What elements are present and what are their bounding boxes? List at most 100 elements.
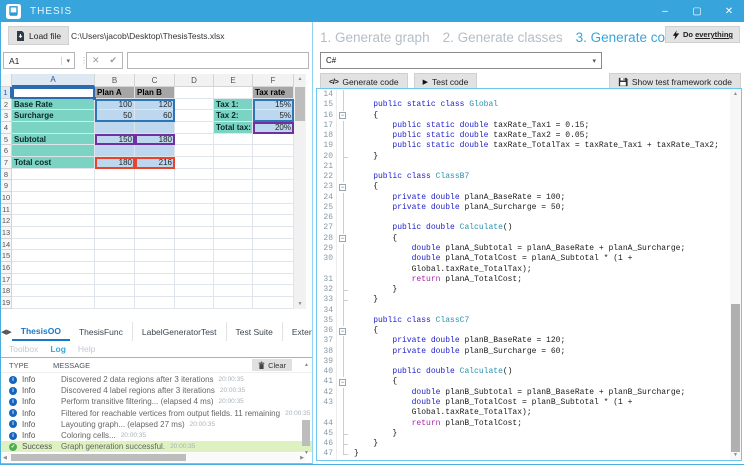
fold-collapse-icon[interactable]: − — [337, 182, 350, 192]
cell-F10[interactable] — [253, 192, 294, 204]
code-line-37[interactable]: 37 private double planB_BaseRate = 120; — [317, 336, 729, 346]
do-everything-button[interactable]: Do everything — [665, 26, 740, 43]
log-row[interactable]: ✓SuccessGraph generation successful.20:0… — [1, 441, 312, 452]
code-line-wrap[interactable]: Global.taxRate_TotalTax); — [317, 408, 729, 418]
column-header-D[interactable]: D — [175, 74, 214, 87]
column-header-A[interactable]: A — [12, 74, 95, 87]
cell-A6[interactable] — [12, 145, 95, 157]
cell-A12[interactable] — [12, 215, 95, 227]
fold-collapse-icon[interactable]: − — [337, 326, 350, 336]
cell-B19[interactable] — [95, 297, 135, 309]
editor-vscroll-thumb[interactable] — [731, 304, 740, 452]
code-line-36[interactable]: 36− { — [317, 326, 729, 336]
sheet-tab-Test Suite[interactable]: Test Suite — [227, 322, 283, 341]
cell-E6[interactable] — [214, 145, 253, 157]
cell-D8[interactable] — [175, 169, 214, 181]
row-header-9[interactable]: 9 — [1, 180, 12, 192]
cell-E15[interactable] — [214, 250, 253, 262]
code-line-18[interactable]: 18 public static double taxRate_Tax2 = 0… — [317, 131, 729, 141]
cell-A19[interactable] — [12, 297, 95, 309]
fold-collapse-icon[interactable]: − — [337, 377, 350, 387]
log-horizontal-scrollbar[interactable]: ◀ ▶ — [1, 453, 306, 462]
cell-D9[interactable] — [175, 180, 214, 192]
log-scroll-up-icon[interactable]: ▲ — [304, 362, 309, 368]
cell-D18[interactable] — [175, 285, 214, 297]
cell-B18[interactable] — [95, 285, 135, 297]
column-header-C[interactable]: C — [135, 74, 175, 87]
cell-E19[interactable] — [214, 297, 253, 309]
code-line-17[interactable]: 17 public static double taxRate_Tax1 = 0… — [317, 121, 729, 131]
cell-D4[interactable] — [175, 122, 214, 134]
cell-B9[interactable] — [95, 180, 135, 192]
code-line-30[interactable]: 30 double planA_TotalCost = planA_Subtot… — [317, 254, 729, 264]
cell-C12[interactable] — [135, 215, 175, 227]
cell-F14[interactable] — [253, 239, 294, 251]
code-line-34[interactable]: 34 — [317, 306, 729, 316]
code-line-21[interactable]: 21 — [317, 162, 729, 172]
cell-C18[interactable] — [135, 285, 175, 297]
cell-D2[interactable] — [175, 99, 214, 111]
cell-C3[interactable]: 60 — [135, 110, 175, 122]
sheet-tab-ThesisOO[interactable]: ThesisOO — [12, 322, 70, 341]
code-line-14[interactable]: 14 — [317, 90, 729, 100]
cell-D3[interactable] — [175, 110, 214, 122]
cell-B14[interactable] — [95, 239, 135, 251]
cell-D5[interactable] — [175, 134, 214, 146]
cell-C8[interactable] — [135, 169, 175, 181]
panel-tab-log[interactable]: Log — [50, 344, 66, 354]
cell-F17[interactable] — [253, 274, 294, 286]
cell-E8[interactable] — [214, 169, 253, 181]
log-row[interactable]: iInfoFiltered for reachable vertices fro… — [1, 408, 312, 419]
cell-B17[interactable] — [95, 274, 135, 286]
cell-D10[interactable] — [175, 192, 214, 204]
cell-F13[interactable] — [253, 227, 294, 239]
cell-F12[interactable] — [253, 215, 294, 227]
code-line-25[interactable]: 25 private double planA_Surcharge = 50; — [317, 203, 729, 213]
cell-B12[interactable] — [95, 215, 135, 227]
row-header-1[interactable]: 1 — [1, 87, 12, 99]
log-scroll-left-icon[interactable]: ◀ — [3, 455, 7, 461]
cell-A2[interactable]: Base Rate — [12, 99, 95, 111]
log-row[interactable]: iInfoPerform transitive filtering... (el… — [1, 396, 312, 407]
cell-A9[interactable] — [12, 180, 95, 192]
cell-C10[interactable] — [135, 192, 175, 204]
log-row[interactable]: iInfoLayouting graph... (elapsed 27 ms)2… — [1, 419, 312, 430]
cell-B11[interactable] — [95, 204, 135, 216]
row-header-5[interactable]: 5 — [1, 134, 12, 146]
cell-D13[interactable] — [175, 227, 214, 239]
cell-F11[interactable] — [253, 204, 294, 216]
code-line-47[interactable]: 47} — [317, 449, 729, 459]
cell-B15[interactable] — [95, 250, 135, 262]
log-row[interactable]: iInfoColoring cells...20:00:35 — [1, 430, 312, 441]
editor-scroll-down-icon[interactable]: ▼ — [730, 452, 741, 458]
log-vscroll-thumb[interactable] — [302, 420, 310, 446]
cell-B6[interactable] — [95, 145, 135, 157]
code-line-46[interactable]: 46 } — [317, 439, 729, 449]
row-header-14[interactable]: 14 — [1, 239, 12, 251]
cell-B10[interactable] — [95, 192, 135, 204]
cell-E18[interactable] — [214, 285, 253, 297]
step-generate-classes[interactable]: 2. Generate classes — [443, 30, 563, 45]
code-line-32[interactable]: 32 } — [317, 285, 729, 295]
sheet-tab-LabelGeneratorTest[interactable]: LabelGeneratorTest — [133, 322, 227, 341]
code-line-19[interactable]: 19 public static double taxRate_TotalTax… — [317, 141, 729, 151]
sheet-tab-ExternalI[interactable]: ExternalI — [283, 322, 312, 341]
cell-B5[interactable]: 150 — [95, 134, 135, 146]
cell-D19[interactable] — [175, 297, 214, 309]
cell-B16[interactable] — [95, 262, 135, 274]
code-line-16[interactable]: 16− { — [317, 111, 729, 121]
cell-C4[interactable] — [135, 122, 175, 134]
code-line-26[interactable]: 26 — [317, 213, 729, 223]
confirm-entry-icon[interactable]: ✔ — [109, 55, 117, 66]
cell-C7[interactable]: 216 — [135, 157, 175, 169]
cell-C6[interactable] — [135, 145, 175, 157]
cell-F6[interactable] — [253, 145, 294, 157]
code-line-39[interactable]: 39 — [317, 357, 729, 367]
code-line-20[interactable]: 20 } — [317, 152, 729, 162]
cell-C5[interactable]: 180 — [135, 134, 175, 146]
spreadsheet-grid[interactable]: ABCDEF1Plan APlan BTax rate2Base Rate100… — [1, 74, 294, 309]
cell-F15[interactable] — [253, 250, 294, 262]
cell-C13[interactable] — [135, 227, 175, 239]
code-line-42[interactable]: 42 double planB_Subtotal = planB_BaseRat… — [317, 388, 729, 398]
cell-B1[interactable]: Plan A — [95, 87, 135, 99]
